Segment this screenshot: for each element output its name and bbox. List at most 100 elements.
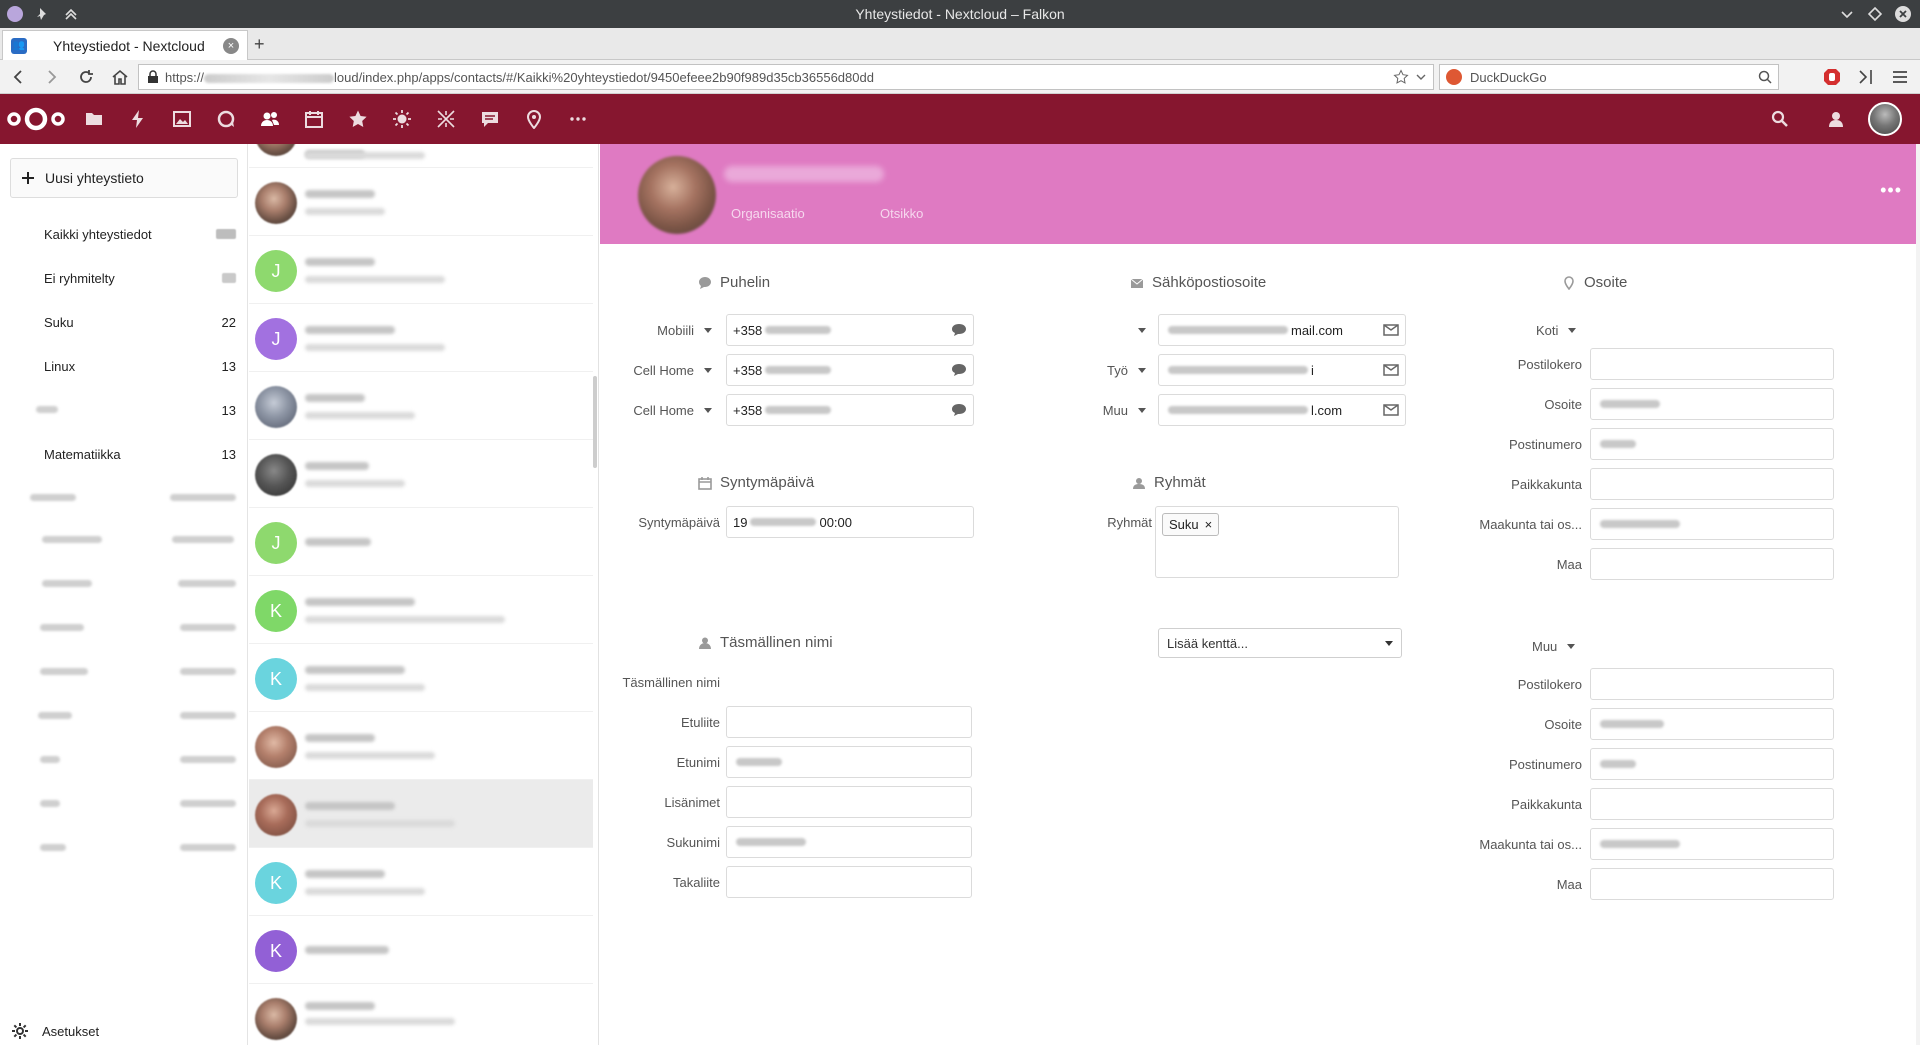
postal-code-field[interactable] [1590,428,1834,460]
nav-item-group-redacted[interactable]: 13 [0,392,248,428]
region-field[interactable] [1590,508,1834,540]
nav-item-group-suku[interactable]: Suku 22 [0,304,248,340]
envelope-icon[interactable] [1383,403,1399,417]
sidebar-toggle-icon[interactable] [1856,67,1876,87]
phone-field[interactable]: +358 [726,354,974,386]
contact-list-item[interactable]: K [249,848,593,916]
nav-item-not-grouped[interactable]: Ei ryhmitelty [0,260,248,296]
email-type-select[interactable] [1030,314,1146,346]
forward-icon[interactable] [42,67,62,87]
email-type-select[interactable]: Muu [1030,394,1146,426]
additional-names-field[interactable] [726,786,972,818]
contact-list-item[interactable]: J [249,304,593,372]
email-field[interactable]: l.com [1158,394,1406,426]
tab-close-icon[interactable]: × [223,37,239,54]
talk-icon[interactable] [216,109,236,129]
contact-list-item[interactable] [249,144,593,168]
nextcloud-logo-icon[interactable] [6,106,66,132]
email-type-select[interactable]: Työ [1030,354,1146,386]
contact-list-item[interactable]: K [249,916,593,984]
phone-field[interactable]: +358 [726,394,974,426]
country-field[interactable] [1590,868,1834,900]
close-window-icon[interactable] [1894,5,1912,23]
street-field[interactable] [1590,388,1834,420]
maps-icon[interactable] [524,109,544,129]
contact-photo[interactable] [638,156,716,234]
group-tag-remove-icon[interactable]: × [1205,517,1213,532]
email-field[interactable]: i [1158,354,1406,386]
search-icon[interactable] [1758,70,1772,84]
settings-button[interactable]: Asetukset [12,1023,99,1039]
phone-type-select[interactable]: Cell Home [600,354,712,386]
groups-multiselect[interactable]: Suku × [1155,506,1399,578]
browser-menu-icon[interactable] [1890,67,1910,87]
city-field[interactable] [1590,468,1834,500]
chat-icon[interactable] [951,363,967,377]
browser-tab[interactable]: 👥 Yhteystiedot - Nextcloud × [2,30,248,60]
contact-actions-more-icon[interactable]: ••• [1880,180,1902,201]
title-field[interactable]: Otsikko [880,206,923,221]
news-icon[interactable] [480,109,500,129]
bookmarks-icon[interactable] [348,109,368,129]
contact-list-item[interactable] [249,984,593,1045]
po-box-field[interactable] [1590,668,1834,700]
street-field[interactable] [1590,708,1834,740]
adblock-icon[interactable] [1822,67,1842,87]
envelope-icon[interactable] [1383,323,1399,337]
envelope-icon[interactable] [1383,363,1399,377]
last-name-field[interactable] [726,826,972,858]
url-bar[interactable]: https:// loud/index.php/apps/contacts/#/K… [138,64,1434,90]
minimize-icon[interactable] [1838,5,1856,23]
contact-list-item[interactable]: J [249,236,593,304]
new-tab-button[interactable]: + [254,34,265,55]
address-type-select[interactable]: Koti [1500,314,1577,346]
prefix-field[interactable] [726,706,972,738]
weather-icon[interactable] [392,109,412,129]
contact-list-item-selected[interactable] [249,780,593,848]
details-scrollbar[interactable] [1916,144,1920,1045]
contacts-icon[interactable] [260,109,280,129]
user-avatar[interactable] [1868,102,1902,136]
url-dropdown-icon[interactable] [1415,71,1427,83]
web-search-box[interactable]: DuckDuckGo [1439,64,1779,90]
phone-type-select[interactable]: Mobiili [600,314,712,346]
contact-list-item[interactable]: K [249,576,593,644]
activity-icon[interactable] [128,109,148,129]
nav-item-all-contacts[interactable]: Kaikki yhteystiedot [0,216,248,252]
chat-icon[interactable] [951,403,967,417]
back-icon[interactable] [8,67,28,87]
first-name-field[interactable] [726,746,972,778]
add-field-select[interactable]: Lisää kenttä... [1158,628,1402,658]
home-icon[interactable] [110,67,130,87]
city-field[interactable] [1590,788,1834,820]
contact-list-item[interactable] [249,440,593,508]
contact-list-item[interactable] [249,168,593,236]
contacts-menu-icon[interactable] [1826,109,1846,129]
gallery-icon[interactable] [172,109,192,129]
po-box-field[interactable] [1590,348,1834,380]
chat-icon[interactable] [951,323,967,337]
contact-list-item[interactable]: K [249,644,593,712]
suffix-field[interactable] [726,866,972,898]
contact-list-scrollbar[interactable] [593,376,597,468]
reload-icon[interactable] [76,67,96,87]
contact-list[interactable]: J J J K K K K [249,144,599,1045]
phone-type-select[interactable]: Cell Home [600,394,712,426]
address-other-type-select[interactable]: Muu [1500,634,1576,658]
email-field[interactable]: mail.com [1158,314,1406,346]
new-contact-button[interactable]: Uusi yhteystieto [10,158,238,198]
nav-item-group-matematiikka[interactable]: Matematiikka 13 [0,436,248,472]
more-apps-icon[interactable] [568,109,588,129]
maximize-icon[interactable] [1866,5,1884,23]
organization-field[interactable]: Organisaatio [731,206,805,221]
deck-icon[interactable] [436,109,456,129]
files-icon[interactable] [84,109,104,129]
postal-code-field[interactable] [1590,748,1834,780]
birthday-field[interactable]: 19 00:00 [726,506,974,538]
calendar-icon[interactable] [304,109,324,129]
contact-list-item[interactable] [249,712,593,780]
unified-search-icon[interactable] [1770,109,1790,129]
contact-list-item[interactable] [249,372,593,440]
contact-name-redacted[interactable] [724,166,884,182]
country-field[interactable] [1590,548,1834,580]
